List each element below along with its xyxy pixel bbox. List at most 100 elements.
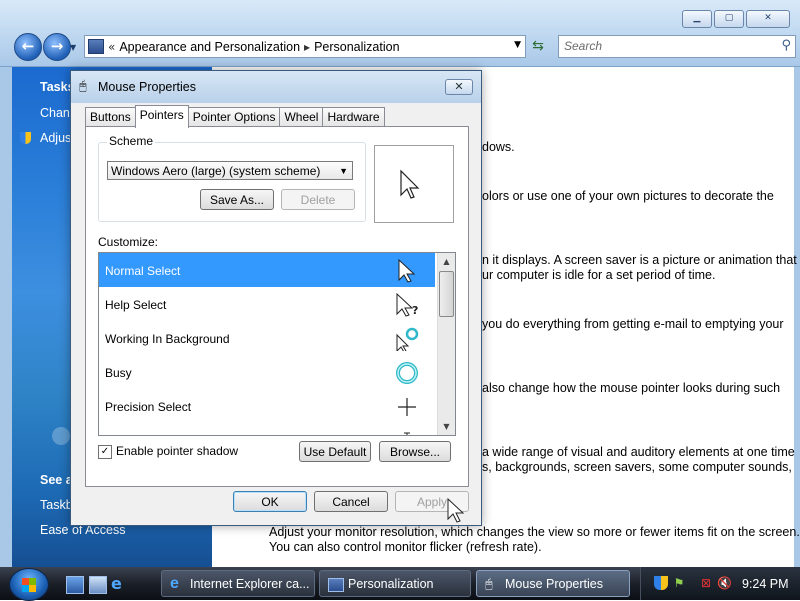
content-text: You can also control monitor flicker (re…	[269, 540, 542, 554]
internet-explorer-icon[interactable]: e	[111, 576, 127, 592]
task-link[interactable]: Chan	[40, 106, 70, 120]
mouse-icon: 🖰	[485, 576, 493, 591]
list-item[interactable]: Busy	[99, 355, 435, 389]
address-bar[interactable]: « Appearance and Personalization ▸ Perso…	[84, 35, 526, 58]
customize-label: Customize:	[98, 235, 159, 249]
refresh-button[interactable]: ⇆	[528, 36, 548, 56]
tab-pointer-options[interactable]: Pointer Options	[187, 107, 281, 127]
maximize-button[interactable]: ▢	[714, 10, 744, 28]
minimize-button[interactable]: ▁	[682, 10, 712, 28]
switch-windows-icon[interactable]	[89, 576, 107, 594]
water-drop-decoration	[52, 427, 70, 445]
windows-flag-icon[interactable]: ⚑	[672, 576, 686, 590]
scroll-thumb[interactable]	[439, 271, 454, 317]
list-item-label: Working In Background	[105, 332, 230, 346]
show-desktop-icon[interactable]	[66, 576, 84, 594]
scroll-down-icon[interactable]: ▼	[438, 418, 455, 435]
search-placeholder: Search	[564, 39, 603, 53]
back-button[interactable]: ←	[14, 33, 42, 61]
list-item-label: Normal Select	[105, 264, 181, 278]
list-item-label: Precision Select	[105, 400, 192, 414]
address-dropdown-icon[interactable]: ▼	[514, 40, 521, 50]
volume-icon[interactable]: 🔇	[717, 576, 732, 590]
taskbar-button-label: Internet Explorer ca...	[190, 577, 310, 591]
list-item-label: Help Select	[105, 298, 167, 312]
see-also-header: See a	[40, 473, 73, 487]
crosshair-icon	[398, 398, 416, 416]
windows-logo-icon	[22, 578, 36, 592]
content-text: dows.	[482, 140, 515, 154]
scroll-up-icon[interactable]: ▲	[438, 253, 455, 270]
pointers-tab-panel: Scheme Windows Aero (large) (system sche…	[85, 126, 469, 487]
list-item[interactable]: Help Select ?	[99, 287, 435, 321]
security-shield-icon[interactable]	[654, 576, 668, 590]
taskbar-button-mouse-properties[interactable]: 🖰 Mouse Properties	[476, 570, 630, 597]
tab-hardware[interactable]: Hardware	[322, 107, 385, 127]
chevron-down-icon: ▼	[339, 166, 348, 176]
arrow-pointer-icon	[398, 259, 416, 283]
content-text: olors or use one of your own pictures to…	[482, 189, 774, 203]
cursor-list-scrollbar[interactable]: ▲ ▼	[437, 253, 455, 435]
scheme-label: Scheme	[107, 134, 156, 148]
help-pointer-icon: ?	[396, 293, 418, 317]
list-item[interactable]: Working In Background	[99, 321, 435, 355]
network-icon[interactable]: ⊠	[699, 576, 713, 590]
internet-explorer-icon: e	[170, 575, 179, 592]
save-as-button[interactable]: Save As...	[200, 189, 274, 210]
dialog-close-button[interactable]: ✕	[445, 79, 473, 95]
tab-buttons[interactable]: Buttons	[85, 107, 136, 127]
cancel-button[interactable]: Cancel	[314, 491, 388, 512]
arrow-pointer-icon	[400, 169, 420, 199]
taskbar-button-personalization[interactable]: Personalization	[319, 570, 471, 597]
refresh-icon: ⇆	[532, 38, 544, 54]
text-select-icon	[404, 432, 410, 435]
cursor-list[interactable]: Normal Select Help Select ? Working In B…	[98, 252, 456, 436]
content-text: ur computer is idle for a set period of …	[482, 268, 716, 282]
browse-button[interactable]: Browse...	[379, 441, 451, 462]
explorer-window-controls: ▁ ▢ ✕	[682, 10, 790, 28]
content-text: Adjust your monitor resolution, which ch…	[269, 525, 800, 539]
close-button[interactable]: ✕	[746, 10, 790, 28]
svg-text:?: ?	[412, 304, 418, 317]
search-input[interactable]: Search ⚲	[558, 35, 796, 58]
search-icon[interactable]: ⚲	[781, 38, 791, 53]
enable-pointer-shadow-label[interactable]: Enable pointer shadow	[116, 444, 238, 458]
forward-button[interactable]: →	[43, 33, 71, 61]
recent-pages-dropdown[interactable]: ▼	[70, 43, 76, 52]
breadcrumb-item[interactable]: Personalization	[314, 40, 399, 54]
window-frame-left	[0, 67, 12, 567]
list-item[interactable]: Normal Select	[99, 253, 435, 287]
ok-button[interactable]: OK	[233, 491, 307, 512]
list-item-label: Busy	[105, 366, 132, 380]
dialog-title: Mouse Properties	[98, 80, 196, 94]
back-arrow-icon: ←	[21, 37, 35, 55]
checkmark-icon: ✓	[100, 446, 110, 457]
mouse-cursor-icon	[447, 498, 464, 523]
clock[interactable]: 9:24 PM	[742, 577, 789, 591]
enable-pointer-shadow-checkbox[interactable]: ✓	[98, 445, 112, 459]
control-panel-icon	[88, 39, 104, 54]
content-text: also change how the mouse pointer looks …	[482, 381, 781, 395]
mouse-properties-dialog: 🖰 Mouse Properties ✕ Buttons Pointers Po…	[70, 70, 482, 526]
taskbar-button-label: Mouse Properties	[505, 577, 603, 591]
breadcrumb-chevron-icon[interactable]: ▸	[304, 40, 310, 54]
use-default-button[interactable]: Use Default	[299, 441, 371, 462]
dialog-titlebar[interactable]: 🖰 Mouse Properties ✕	[71, 71, 481, 103]
working-background-pointer-icon	[396, 327, 419, 351]
scheme-dropdown[interactable]: Windows Aero (large) (system scheme) ▼	[107, 161, 353, 180]
taskbar-button-internet-explorer[interactable]: e Internet Explorer ca...	[161, 570, 315, 597]
start-button[interactable]	[9, 567, 49, 601]
forward-arrow-icon: →	[50, 37, 64, 55]
see-also-link[interactable]: Taskb	[40, 498, 73, 512]
task-link[interactable]: Adjus	[40, 131, 71, 145]
delete-button[interactable]: Delete	[281, 189, 355, 210]
content-text: n it displays. A screen saver is a pictu…	[482, 253, 797, 267]
breadcrumb-item[interactable]: Appearance and Personalization	[119, 40, 300, 54]
list-item[interactable]	[99, 423, 435, 435]
list-item[interactable]: Precision Select	[99, 389, 435, 423]
pointer-preview	[374, 145, 454, 223]
tab-pointers[interactable]: Pointers	[134, 105, 189, 128]
shield-icon	[20, 132, 31, 144]
tab-wheel[interactable]: Wheel	[279, 107, 324, 127]
taskbar-button-label: Personalization	[348, 577, 434, 591]
